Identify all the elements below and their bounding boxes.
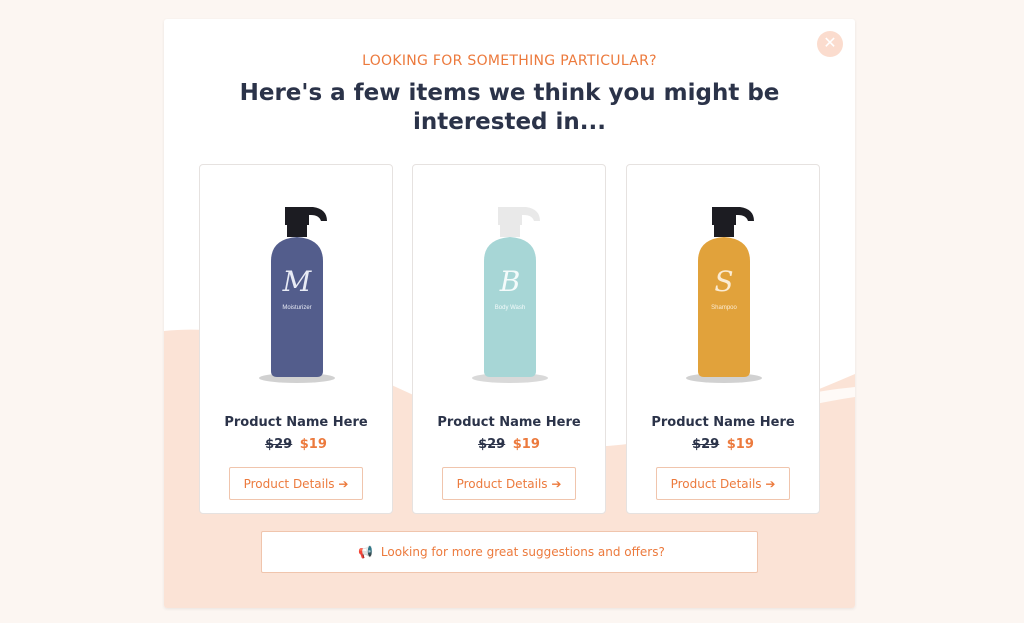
sale-price: $19 — [512, 437, 540, 452]
bottle-monogram: S — [714, 265, 733, 298]
product-price: $29 $19 — [413, 437, 605, 452]
bottle-label: Moisturizer — [282, 305, 311, 311]
old-price: $29 — [692, 437, 720, 452]
bottle-label: Shampoo — [711, 305, 737, 311]
bottle-monogram: B — [499, 265, 521, 298]
product-name: Product Name Here — [224, 415, 368, 430]
modal-headline: Here's a few items we think you might be… — [239, 80, 780, 135]
product-name: Product Name Here — [651, 415, 795, 430]
product-card: B Body Wash Product Name Here $29 $19 Pr… — [412, 164, 606, 514]
bottle-monogram: M — [282, 265, 313, 298]
arrow-right-icon: ➔ — [765, 476, 776, 491]
sale-price: $19 — [726, 437, 754, 452]
old-price: $29 — [478, 437, 506, 452]
popup-modal: ✕ LOOKING FOR SOMETHING PARTICULAR? Here… — [164, 19, 855, 608]
product-name: Product Name Here — [437, 415, 581, 430]
product-price: $29 $19 — [200, 437, 392, 452]
more-suggestions-button[interactable]: 📢 Looking for more great suggestions and… — [261, 531, 758, 573]
product-details-button[interactable]: Product Details ➔ — [442, 467, 576, 500]
more-suggestions-label: Looking for more great suggestions and o… — [380, 545, 665, 559]
product-card: M Moisturizer Product Name Here $29 $19 … — [199, 164, 393, 514]
arrow-right-icon: ➔ — [551, 476, 562, 491]
megaphone-icon: 📢 — [358, 545, 374, 559]
product-card: S Shampoo Product Name Here $29 $19 Prod… — [626, 164, 820, 514]
old-price: $29 — [265, 437, 293, 452]
sale-price: $19 — [299, 437, 327, 452]
arrow-right-icon: ➔ — [338, 476, 349, 491]
product-image: M Moisturizer — [259, 207, 335, 383]
product-details-button[interactable]: Product Details ➔ — [229, 467, 363, 500]
eyebrow-text: LOOKING FOR SOMETHING PARTICULAR? — [362, 53, 657, 69]
product-image: S Shampoo — [686, 207, 762, 383]
product-details-button[interactable]: Product Details ➔ — [656, 467, 790, 500]
bottle-label: Body Wash — [495, 305, 525, 311]
close-icon: ✕ — [823, 35, 837, 52]
product-image: B Body Wash — [472, 207, 548, 383]
product-price: $29 $19 — [627, 437, 819, 452]
button-label: Product Details — [456, 476, 548, 491]
button-label: Product Details — [670, 476, 762, 491]
button-label: Product Details — [243, 476, 335, 491]
